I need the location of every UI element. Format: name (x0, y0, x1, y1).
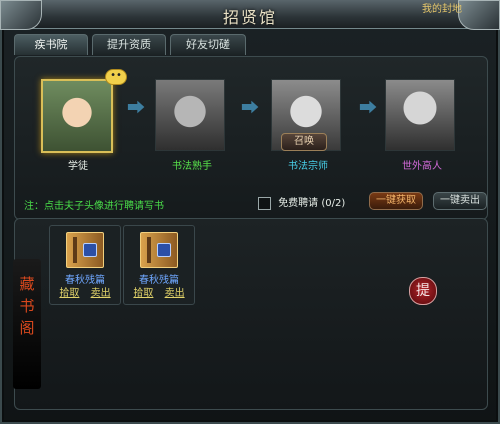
title-bar: 招贤馆 我的封地 (0, 0, 500, 30)
sell-link[interactable]: 卖出 (165, 288, 185, 299)
tab-jishuyuan[interactable]: 疾书院 (14, 34, 88, 55)
item-actions: 拾取 卖出 (124, 284, 194, 299)
chat-bubble-icon: •• (105, 69, 127, 85)
tab-improve-qualifications[interactable]: 提升资质 (92, 34, 166, 55)
hint-text: 注：点击夫子头像进行聘请写书 (24, 201, 164, 212)
free-hire-checkbox[interactable] (258, 196, 271, 210)
portrait-label-skilled: 书法熟手 (172, 161, 212, 172)
progress-arrow-icon: ⮕ (359, 98, 377, 119)
student-portrait[interactable] (41, 79, 113, 153)
storehouse-banner: 藏书阁 (13, 259, 41, 389)
submit-mark-icon[interactable]: 提 (409, 277, 437, 305)
storehouse-label: 藏书阁 (19, 275, 35, 337)
storehouse-item[interactable]: 春秋残篇 拾取 卖出 (49, 225, 121, 305)
summon-button[interactable]: 召唤 (281, 133, 327, 151)
portrait-card-hermit[interactable]: 世外高人 (377, 79, 457, 172)
hermit-master-portrait[interactable] (385, 79, 455, 151)
portrait-card-student[interactable]: •• 学徒 (33, 69, 127, 172)
portrait-label-hermit: 世外高人 (402, 161, 442, 172)
free-hire-label: 免费聘请 (278, 198, 319, 209)
window-frame: 招贤馆 我的封地 疾书院 提升资质 好友切磋 •• 学徒 ⮕ 书法熟手 ⮕ 召唤… (0, 0, 500, 424)
storehouse-item[interactable]: 春秋残篇 拾取 卖出 (123, 225, 195, 305)
pick-up-link[interactable]: 拾取 (59, 288, 79, 299)
book-icon[interactable] (140, 232, 178, 268)
book-icon[interactable] (66, 232, 104, 268)
free-hire-row: 免费聘请 (0/2) (258, 194, 346, 210)
portrait-label-student: 学徒 (68, 161, 88, 172)
sell-link[interactable]: 卖出 (91, 288, 111, 299)
top-right-partial-text: 我的封地 (422, 4, 462, 15)
skilled-calligrapher-portrait[interactable] (155, 79, 225, 151)
portrait-card-master[interactable]: 召唤 书法宗师 (263, 79, 343, 172)
portrait-card-skilled[interactable]: 书法熟手 (147, 79, 227, 172)
one-click-sell-button[interactable]: 一键卖出 (433, 192, 487, 210)
free-hire-count: (0/2) (321, 198, 346, 209)
tab-friend-spar[interactable]: 好友切磋 (170, 34, 246, 55)
portrait-label-master: 书法宗师 (288, 161, 328, 172)
progress-arrow-icon: ⮕ (241, 98, 259, 119)
progress-arrow-icon: ⮕ (127, 98, 145, 119)
pick-up-link[interactable]: 拾取 (133, 288, 153, 299)
one-click-get-button[interactable]: 一键获取 (369, 192, 423, 210)
storehouse-panel: 藏书阁 春秋残篇 拾取 卖出 春秋残篇 拾取 卖出 提 (13, 218, 488, 410)
item-actions: 拾取 卖出 (50, 284, 120, 299)
